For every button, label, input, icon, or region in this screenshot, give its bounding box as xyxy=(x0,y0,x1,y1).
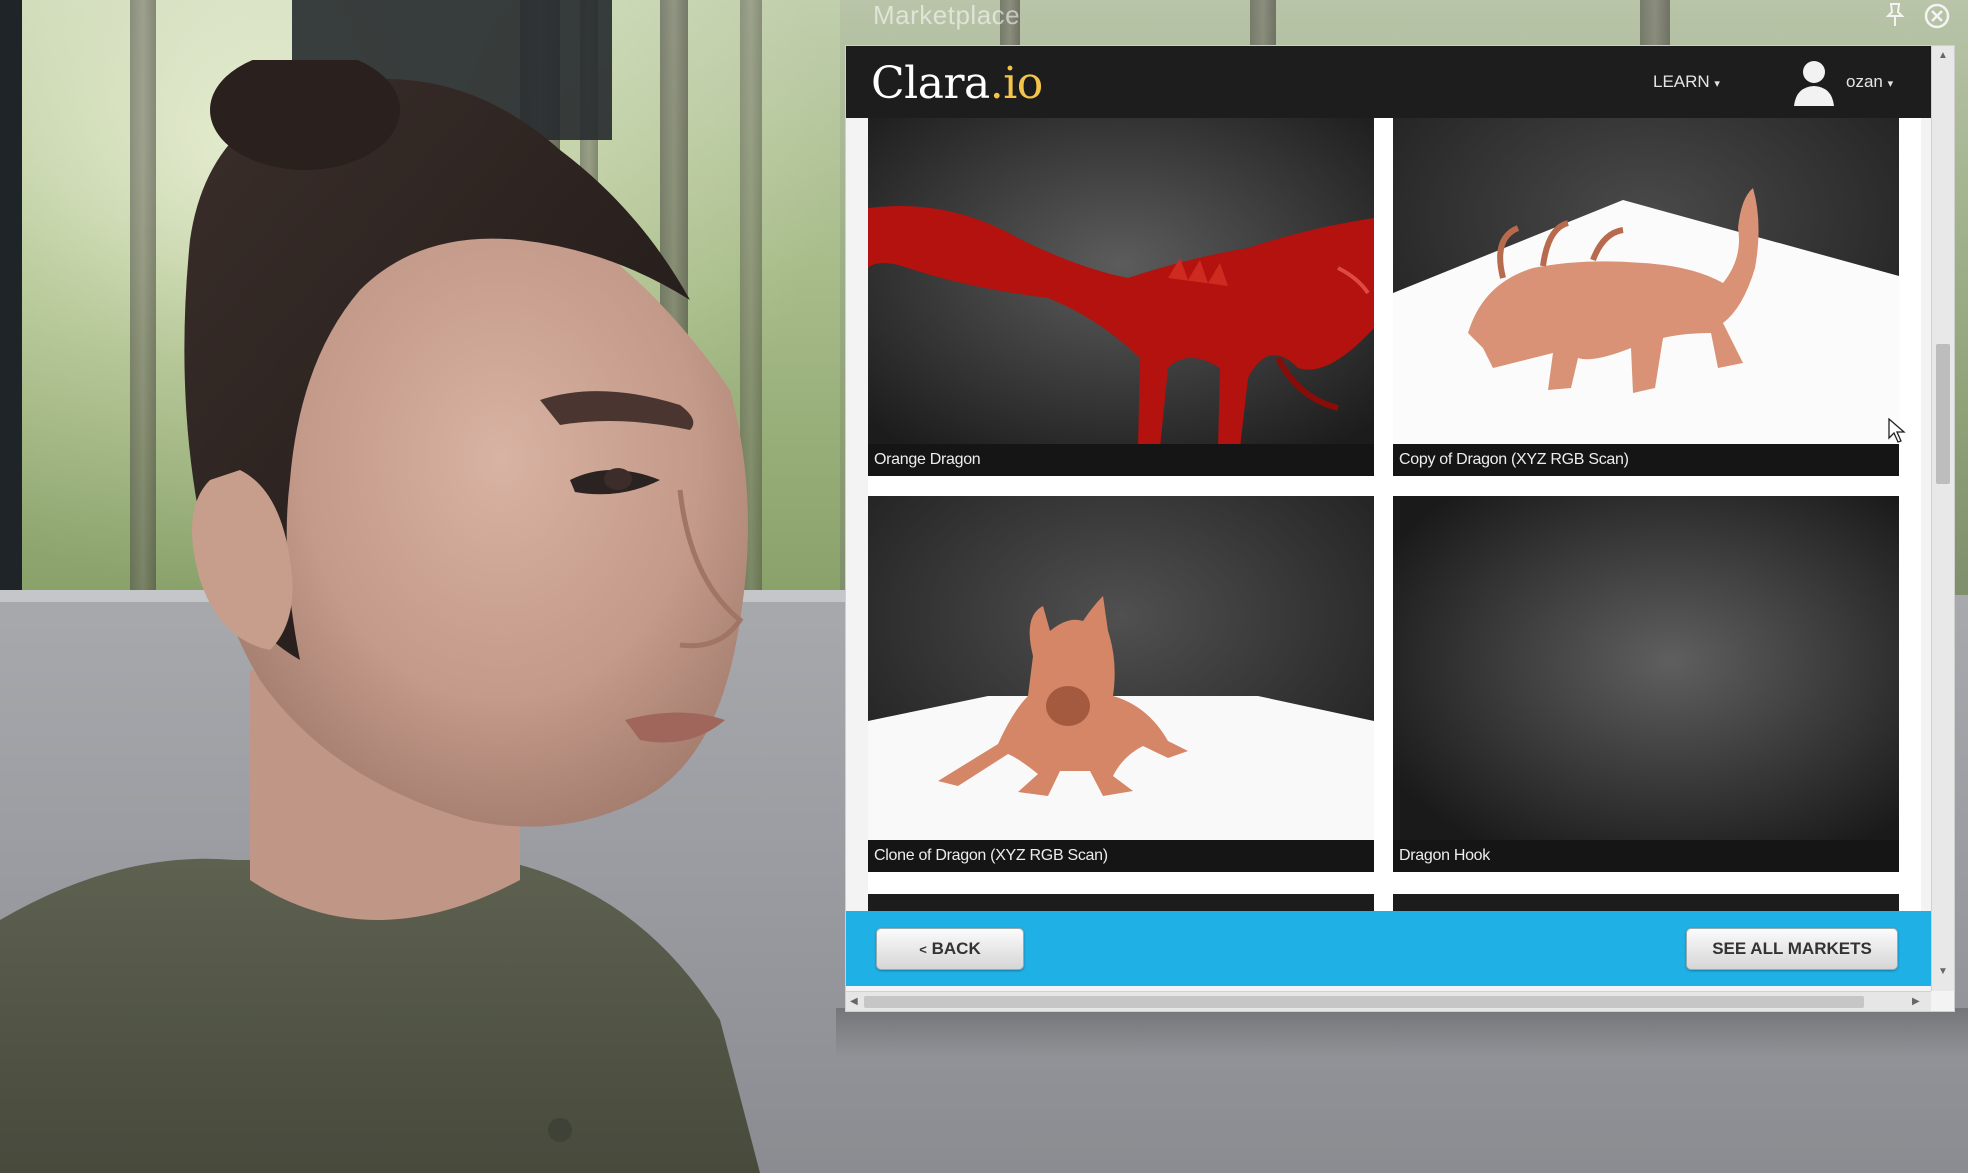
chevron-down-icon: ▾ xyxy=(1887,78,1894,90)
window-title: Marketplace xyxy=(873,0,1021,30)
model-grid: Orange Dragon Copy of Dragon (XYZ RGB Sc… xyxy=(868,118,1921,958)
close-circle-icon[interactable] xyxy=(1922,2,1952,32)
model-card[interactable]: Orange Dragon xyxy=(868,118,1374,476)
model-thumbnail xyxy=(1393,118,1899,444)
vertical-scrollbar[interactable]: ▲ ▼ xyxy=(1931,46,1954,991)
chevron-down-icon: ▾ xyxy=(1714,78,1720,90)
scroll-down-icon[interactable]: ▼ xyxy=(1938,966,1948,977)
learn-menu[interactable]: LEARN ▾ xyxy=(1653,72,1720,92)
model-title: Dragon Hook xyxy=(1393,840,1899,872)
marketplace-window: Clara.io LEARN ▾ ozan ▾ Orange Dragon Co… xyxy=(845,45,1955,1012)
top-navbar: Clara.io LEARN ▾ ozan ▾ xyxy=(846,46,1931,118)
window-shadow xyxy=(836,1008,1968,1058)
user-name: ozan xyxy=(1846,72,1883,91)
vertical-scroll-thumb[interactable] xyxy=(1936,344,1950,484)
see-all-markets-button[interactable]: SEE ALL MARKETS xyxy=(1686,928,1898,970)
user-menu[interactable]: ozan ▾ xyxy=(1846,72,1893,92)
horizontal-scroll-thumb[interactable] xyxy=(864,996,1864,1008)
pin-icon[interactable] xyxy=(1880,2,1910,32)
model-thumbnail xyxy=(868,118,1374,444)
scroll-right-icon[interactable]: ▶ xyxy=(1912,996,1920,1007)
horizontal-scrollbar[interactable]: ◀ ▶ xyxy=(846,991,1931,1011)
virtual-assistant-avatar xyxy=(0,60,760,1173)
scroll-up-icon[interactable]: ▲ xyxy=(1938,50,1948,61)
scroll-left-icon[interactable]: ◀ xyxy=(850,996,858,1007)
mouse-cursor-icon xyxy=(1888,418,1906,443)
back-button[interactable]: < BACK xyxy=(876,928,1024,970)
model-title: Clone of Dragon (XYZ RGB Scan) xyxy=(868,840,1374,872)
model-title: Orange Dragon xyxy=(868,444,1374,476)
model-card[interactable]: Copy of Dragon (XYZ RGB Scan) xyxy=(1393,118,1899,476)
logo-main: Clara xyxy=(871,58,990,109)
model-card[interactable]: Dragon Hook xyxy=(1393,496,1899,874)
user-silhouette-icon[interactable] xyxy=(1786,54,1842,110)
footer-bar: < BACK SEE ALL MARKETS xyxy=(846,911,1931,986)
clara-logo[interactable]: Clara.io xyxy=(871,58,1043,109)
model-thumbnail xyxy=(868,496,1374,840)
model-card[interactable]: Clone of Dragon (XYZ RGB Scan) xyxy=(868,496,1374,874)
learn-label: LEARN xyxy=(1653,72,1710,91)
back-button-label: BACK xyxy=(931,939,981,958)
arrow-left-icon: < xyxy=(919,942,927,957)
logo-suffix: .io xyxy=(989,58,1044,109)
model-title: Copy of Dragon (XYZ RGB Scan) xyxy=(1393,444,1899,476)
model-thumbnail xyxy=(1393,496,1899,840)
